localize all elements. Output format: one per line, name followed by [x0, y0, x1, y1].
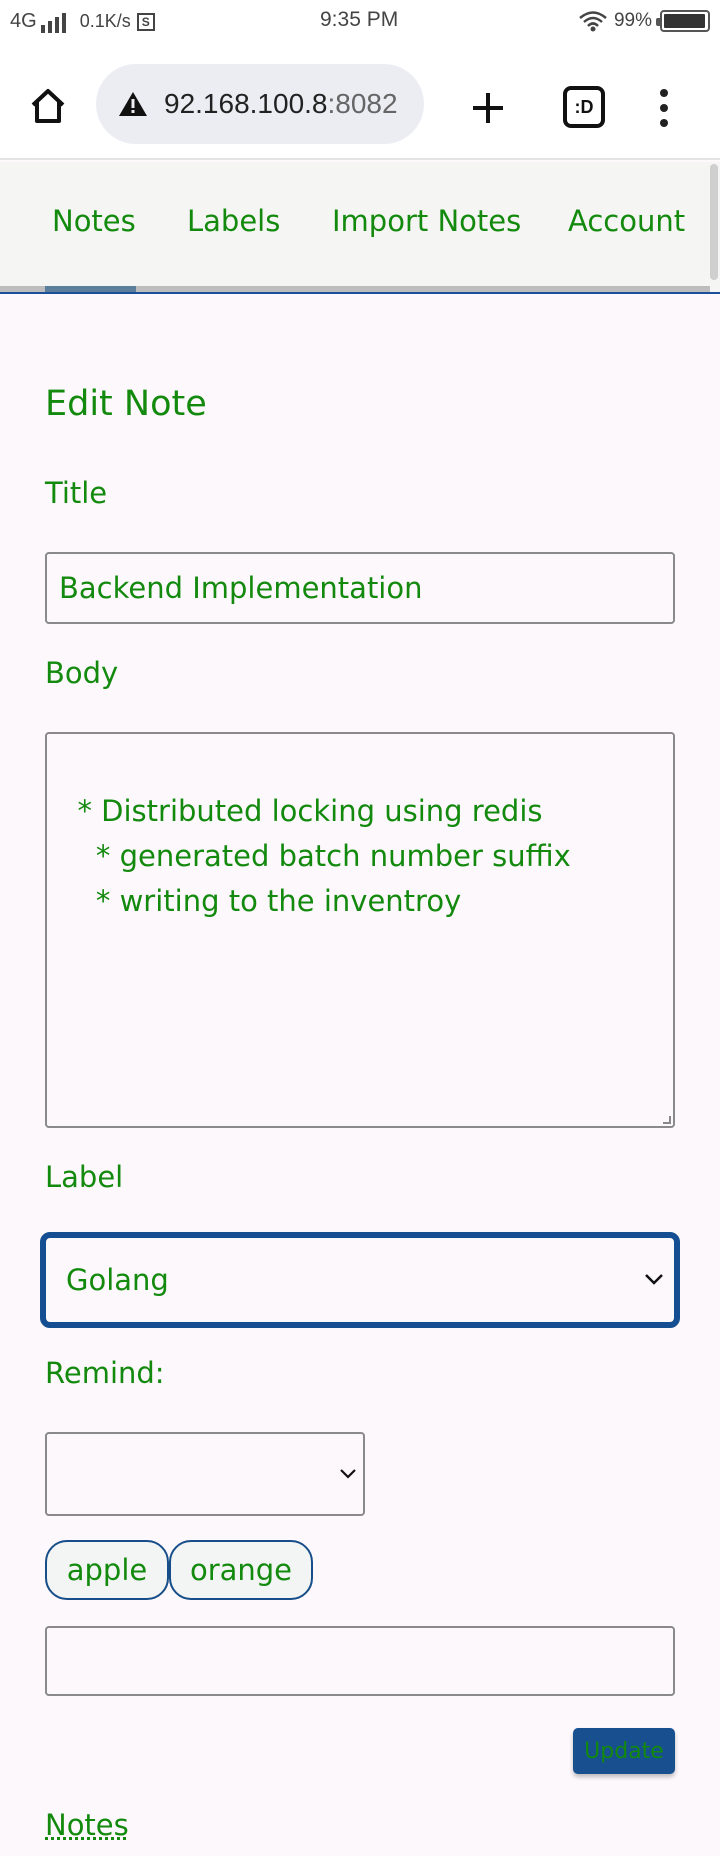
tab-import-notes[interactable]: Import Notes	[332, 204, 521, 238]
label-label: Label	[45, 1160, 124, 1194]
page-scrollbar[interactable]	[710, 164, 718, 280]
status-right: 99%	[578, 10, 710, 32]
label-select[interactable]: Golang	[40, 1232, 680, 1328]
address-bar[interactable]: 92.168.100.8:8082	[96, 64, 424, 144]
battery-icon	[656, 10, 710, 32]
warning-icon	[119, 92, 147, 116]
more-icon-dot	[660, 104, 668, 112]
chevron-down-icon	[645, 1274, 663, 1285]
tag-chip[interactable]: apple	[45, 1540, 169, 1600]
title-input[interactable]	[45, 552, 675, 624]
footer-notes-link[interactable]: Notes	[45, 1808, 129, 1842]
tag-chip[interactable]: orange	[169, 1540, 313, 1600]
page-title: Edit Note	[45, 384, 207, 424]
more-icon-dot	[660, 89, 668, 97]
remind-label: Remind:	[45, 1356, 165, 1390]
resize-handle-icon[interactable]	[663, 1116, 671, 1124]
battery-percent: 99%	[613, 10, 652, 31]
browser-toolbar: 92.168.100.8:8082 :D	[0, 44, 720, 160]
tab-account[interactable]: Account	[568, 204, 685, 238]
status-bar: 4G 0.1K/s S 9:35 PM 99%	[0, 0, 720, 44]
more-icon-dot	[660, 119, 668, 127]
signal-icon	[40, 11, 66, 33]
browser-menu-button[interactable]	[648, 80, 680, 136]
url-host: 92.168.100.8	[164, 88, 328, 119]
url-port: :8082	[327, 88, 398, 119]
remind-select[interactable]	[45, 1432, 365, 1516]
network-speed: 0.1K/s	[79, 11, 131, 31]
home-button[interactable]	[22, 80, 74, 132]
tag-input[interactable]	[45, 1626, 675, 1696]
tab-switcher-button[interactable]: :D	[563, 86, 605, 128]
plus-icon	[473, 93, 503, 123]
network-type: 4G	[10, 10, 37, 32]
body-text: * Distributed locking using redis * gene…	[77, 794, 571, 918]
label-select-value: Golang	[66, 1263, 169, 1297]
home-icon	[31, 89, 65, 123]
active-tab-indicator	[45, 286, 136, 292]
notification-s-icon: S	[136, 12, 155, 31]
wifi-icon	[579, 11, 607, 32]
body-label: Body	[45, 656, 119, 690]
tab-notes[interactable]: Notes	[52, 204, 136, 238]
update-button[interactable]: Update	[573, 1728, 675, 1774]
status-left: 4G 0.1K/s S	[10, 10, 155, 33]
body-textarea[interactable]: * Distributed locking using redis * gene…	[45, 732, 675, 1128]
clock: 9:35 PM	[320, 8, 399, 31]
tab-labels[interactable]: Labels	[187, 204, 280, 238]
new-tab-button[interactable]	[460, 80, 516, 136]
chevron-down-icon	[340, 1469, 356, 1479]
app-nav: Notes Labels Import Notes Account	[0, 162, 720, 294]
title-label: Title	[45, 476, 108, 510]
